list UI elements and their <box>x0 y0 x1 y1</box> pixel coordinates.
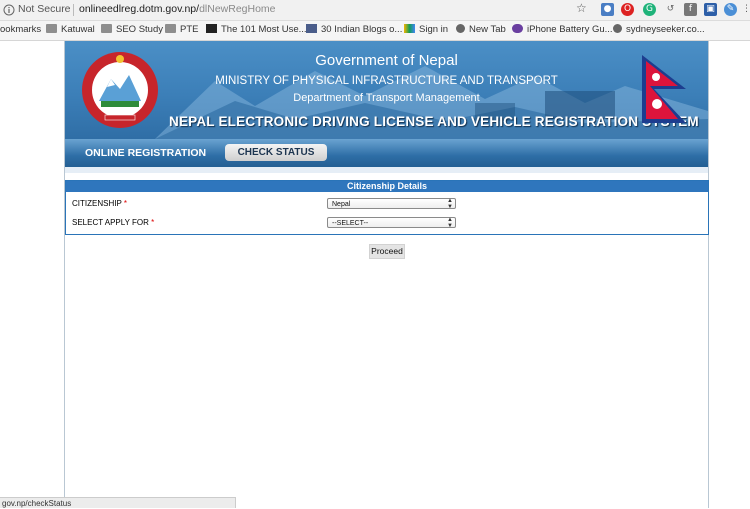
bookmark-label: Sign in <box>419 24 449 35</box>
extension-icon[interactable]: ✎ <box>724 3 737 16</box>
citizenship-row: CITIZENSHIP * Nepal ▲ ▼ <box>66 194 708 213</box>
bookmark-item[interactable]: The 101 Most Use... <box>206 24 307 35</box>
folder-icon <box>101 24 112 33</box>
bookmark-label: Katuwal <box>61 24 95 35</box>
required-mark: * <box>151 218 155 227</box>
apply-for-label-text: SELECT APPLY FOR <box>72 218 149 227</box>
folder-icon <box>46 24 57 33</box>
form-section-title: Citizenship Details <box>66 181 708 192</box>
page-container: Government of Nepal MINISTRY OF PHYSICAL… <box>64 41 709 508</box>
nepal-flag-icon <box>642 55 686 123</box>
url-host: onlineedlreg.dotm.gov.np/ <box>79 3 200 15</box>
nav-underline <box>65 167 708 173</box>
citizenship-label-text: CITIZENSHIP <box>72 199 122 208</box>
apply-for-row: SELECT APPLY FOR * --SELECT-- ▲ ▼ <box>66 213 708 232</box>
bookmark-label: ookmarks <box>0 24 42 35</box>
citizenship-select[interactable]: Nepal ▲ ▼ <box>327 198 456 210</box>
bookmark-label: New Tab <box>469 24 506 35</box>
bookmark-item[interactable]: sydneyseeker.co... <box>613 24 705 35</box>
bookmark-item[interactable]: Sign in <box>404 24 448 35</box>
bookmark-label: 30 Indian Blogs o... <box>321 24 403 35</box>
site-icon <box>206 24 217 33</box>
check-status-button[interactable]: CHECK STATUS <box>225 144 327 161</box>
header-banner: Government of Nepal MINISTRY OF PHYSICAL… <box>65 41 708 139</box>
url-path: dlNewRegHome <box>199 3 276 15</box>
bookmark-item[interactable]: iPhone Battery Gu... <box>512 24 613 35</box>
apply-for-label: SELECT APPLY FOR * <box>72 218 154 227</box>
star-icon[interactable]: ☆ <box>576 1 587 15</box>
bookmark-label: sydneyseeker.co... <box>626 24 705 35</box>
bookmark-label: SEO Study <box>116 24 163 35</box>
banner-title: Government of Nepal <box>315 52 458 69</box>
site-icon <box>512 24 523 33</box>
apply-for-select[interactable]: --SELECT-- ▲ ▼ <box>327 217 456 229</box>
grid-icon <box>306 24 317 33</box>
bookmark-label: iPhone Battery Gu... <box>527 24 613 35</box>
citizenship-label: CITIZENSHIP * <box>72 199 127 208</box>
citizenship-select-value: Nepal <box>332 201 351 208</box>
history-icon[interactable]: ↺ <box>664 3 677 16</box>
select-arrows-icon: ▲ ▼ <box>447 198 453 210</box>
folder-icon <box>165 24 176 33</box>
opera-icon[interactable]: O <box>621 3 634 16</box>
facebook-icon[interactable]: f <box>684 3 697 16</box>
required-mark: * <box>123 199 127 208</box>
menu-icon[interactable]: ⋮ <box>740 3 750 16</box>
main-nav: ONLINE REGISTRATION CHECK STATUS <box>65 139 708 167</box>
bookmarks-bar: ookmarks Katuwal SEO Study PTE The 101 M… <box>0 21 750 41</box>
proceed-button[interactable]: Proceed <box>369 244 405 259</box>
bookmark-label: The 101 Most Use... <box>221 24 307 35</box>
citizenship-form: Citizenship Details CITIZENSHIP * Nepal … <box>65 180 709 235</box>
bookmark-item[interactable]: SEO Study <box>101 24 163 35</box>
apply-for-select-value: --SELECT-- <box>332 220 369 227</box>
browser-toolbar: Not Secure onlineedlreg.dotm.gov.np/dlNe… <box>0 0 750 21</box>
status-bar-url: gov.np/checkStatus <box>0 497 236 508</box>
nav-online-registration[interactable]: ONLINE REGISTRATION <box>85 147 206 159</box>
banner-ministry: MINISTRY OF PHYSICAL INFRASTRUCTURE AND … <box>215 75 558 87</box>
banner-department: Department of Transport Management <box>293 92 480 104</box>
select-arrows-icon: ▲ ▼ <box>447 217 453 229</box>
security-label[interactable]: Not Secure <box>18 3 71 15</box>
bookmark-item[interactable]: New Tab <box>456 24 506 35</box>
google-drive-icon <box>404 24 415 33</box>
address-bar[interactable]: onlineedlreg.dotm.gov.np/dlNewRegHome <box>79 3 276 15</box>
url-divider <box>73 4 74 16</box>
profile-icon[interactable]: ● <box>601 3 614 16</box>
bookmark-item[interactable]: 30 Indian Blogs o... <box>306 24 402 35</box>
bookmark-item[interactable]: Katuwal <box>46 24 95 35</box>
info-icon[interactable] <box>3 4 15 16</box>
globe-icon <box>456 24 465 33</box>
reader-icon[interactable]: ▣ <box>704 3 717 16</box>
grammarly-icon[interactable]: G <box>643 3 656 16</box>
globe-icon <box>613 24 622 33</box>
bookmark-label: PTE <box>180 24 199 35</box>
bookmark-item[interactable]: ookmarks <box>0 24 41 35</box>
banner-system-title: NEPAL ELECTRONIC DRIVING LICENSE AND VEH… <box>169 114 699 129</box>
bookmark-item[interactable]: PTE <box>165 24 198 35</box>
